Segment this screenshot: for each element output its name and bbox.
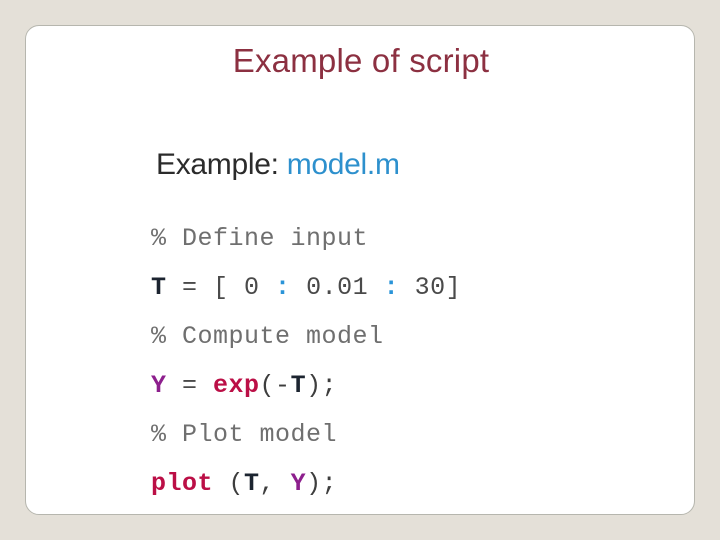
slide-root: Example of script Example: model.m % Def…: [0, 0, 720, 540]
page-title: Example of script: [232, 42, 490, 79]
code-token: % Define input: [151, 224, 369, 253]
code-line-comment-compute-model: % Compute model: [151, 312, 601, 361]
example-heading-label: Example:: [156, 148, 287, 181]
code-token: (: [213, 469, 245, 498]
code-token: [ 0: [213, 273, 276, 302]
code-line-comment-define-input: % Define input: [151, 214, 601, 263]
code-token: T: [244, 469, 260, 498]
code-token: ,: [259, 469, 291, 498]
code-line-assign-y: Y = exp(-T);: [151, 361, 601, 410]
slide-card: Example of script Example: model.m % Def…: [25, 25, 695, 515]
code-token: plot: [151, 469, 214, 498]
code-token: T: [290, 371, 307, 400]
code-token: % Plot model: [151, 420, 338, 449]
example-heading-filename: model.m: [286, 148, 400, 181]
code-token: Y: [151, 371, 167, 400]
code-token: exp: [213, 371, 260, 400]
code-token: =: [166, 371, 214, 400]
code-token: % Compute model: [151, 322, 384, 351]
code-token: :: [275, 273, 291, 302]
code-line-call-plot: plot (T, Y);: [151, 459, 601, 508]
code-listing: % Define input T = [ 0 : 0.01 : 30] % Comp…: [151, 214, 601, 508]
code-token: :: [383, 273, 400, 302]
code-token: );: [306, 371, 338, 400]
code-token: );: [306, 469, 338, 498]
code-token: T: [151, 273, 167, 302]
code-token: 0.01: [290, 273, 384, 302]
code-line-comment-plot-model: % Plot model: [151, 410, 601, 459]
code-line-assign-t: T = [ 0 : 0.01 : 30]: [151, 263, 601, 312]
code-token: 30]: [399, 273, 462, 302]
example-heading: Example: model.m: [156, 148, 400, 182]
code-token: =: [166, 273, 214, 302]
code-token: (-: [259, 371, 291, 400]
code-token: Y: [290, 469, 307, 498]
code-example-block: Example: model.m % Define input T = [ 0 :…: [131, 126, 601, 514]
